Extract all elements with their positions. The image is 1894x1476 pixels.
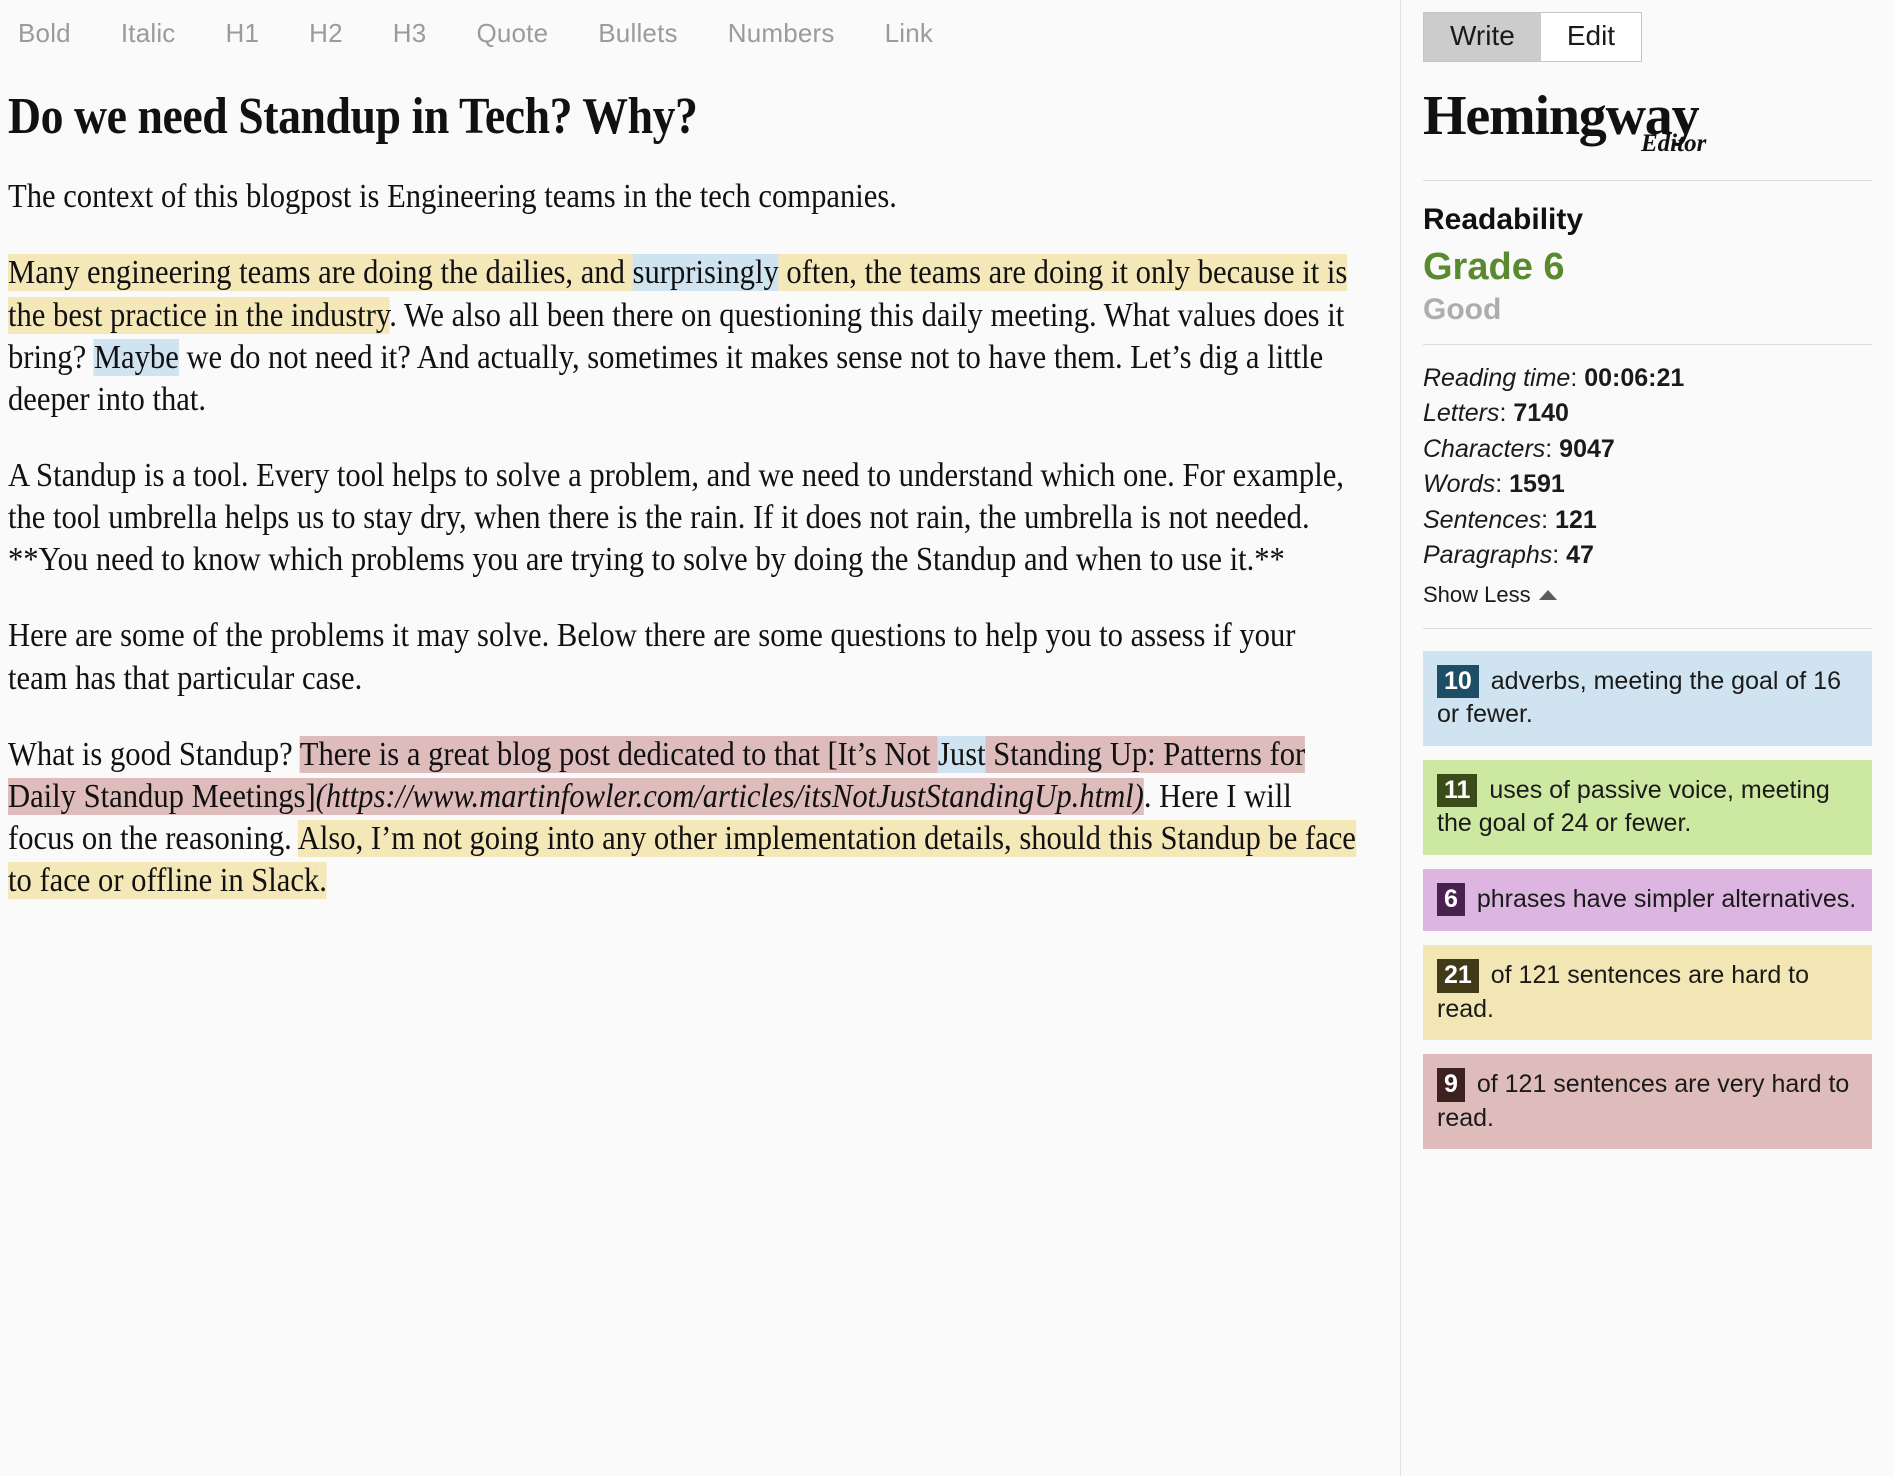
stat-characters-label: Characters xyxy=(1423,434,1546,463)
stat-paragraphs-separator: : xyxy=(1552,541,1567,570)
editor-pane: Bold Italic H1 H2 H3 Quote Bullets Numbers Link … xyxy=(0,0,1400,1476)
highlight-adverb-just: Just xyxy=(937,735,986,773)
paragraph-3-text: A Standup is a tool. Every tool helps to… xyxy=(8,457,1344,579)
mode-toggle: Write Edit xyxy=(1423,12,1643,62)
document-body[interactable]: Do we need Standup in Tech? Why? The con… xyxy=(0,88,1400,902)
toolbar-quote[interactable]: Quote xyxy=(476,18,548,49)
stat-sentences-separator: : xyxy=(1541,505,1556,534)
callout-list: 10 adverbs, meeting the goal of 16 or fe… xyxy=(1423,650,1872,1150)
paragraph-5-plain-a: What is good Standup? xyxy=(8,735,300,773)
document-title: Do we need Standup in Tech? Why? xyxy=(8,88,698,145)
stat-sentences: Sentences: 121 xyxy=(1423,503,1872,539)
callout-very-hard-to-read-count-badge: 9 xyxy=(1437,1068,1465,1102)
toolbar-numbers[interactable]: Numbers xyxy=(728,18,835,49)
callout-simpler-alternatives-count-badge: 6 xyxy=(1437,882,1465,917)
highlight-very-hard-sentence: There is a great blog post dedicated to … xyxy=(299,735,938,773)
paragraph-1: The context of this blogpost is Engineer… xyxy=(8,176,1359,218)
callout-very-hard-to-read[interactable]: 9 of 121 sentences are very hard to read… xyxy=(1423,1054,1872,1150)
stat-letters-separator: : xyxy=(1499,399,1514,428)
stat-reading-time-label: Reading time xyxy=(1423,363,1571,392)
stat-sentences-value: 121 xyxy=(1555,505,1597,534)
stat-words: Words: 1591 xyxy=(1423,467,1872,503)
stat-words-label: Words xyxy=(1423,470,1496,499)
show-less-toggle[interactable]: Show Less xyxy=(1423,582,1557,608)
callout-hard-to-read-text: of 121 sentences are hard to read. xyxy=(1437,961,1810,1023)
stat-characters-separator: : xyxy=(1545,434,1560,463)
document-link-url[interactable]: (https://www.martinfowler.com/articles/i… xyxy=(315,777,1144,815)
highlight-adverb-surprisingly: surprisingly xyxy=(632,254,779,292)
edit-mode-button[interactable]: Edit xyxy=(1540,13,1642,61)
callout-adverbs-text: adverbs, meeting the goal of 16 or fewer… xyxy=(1437,666,1841,729)
app-root: Bold Italic H1 H2 H3 Quote Bullets Numbers Link … xyxy=(0,0,1894,1476)
stat-letters-value: 7140 xyxy=(1513,399,1569,428)
callout-passive-voice[interactable]: 11 uses of passive voice, meeting the go… xyxy=(1423,759,1872,855)
toolbar-italic[interactable]: Italic xyxy=(121,18,176,49)
show-less-label: Show Less xyxy=(1423,581,1531,607)
stat-reading-time-separator: : xyxy=(1570,363,1585,392)
callout-simpler-alternatives-text: phrases have simpler alternatives. xyxy=(1469,884,1857,913)
stat-characters-value: 9047 xyxy=(1559,434,1615,463)
formatting-toolbar: Bold Italic H1 H2 H3 Quote Bullets Numbers Link xyxy=(0,0,1400,66)
write-mode-button[interactable]: Write xyxy=(1424,13,1541,61)
stat-reading-time: Reading time: 00:06:21 xyxy=(1423,361,1872,397)
paragraph-4: Here are some of the problems it may sol… xyxy=(8,615,1359,699)
divider-top xyxy=(1423,180,1872,181)
stat-paragraphs-label: Paragraphs xyxy=(1423,541,1553,570)
paragraph-5-period: . xyxy=(319,862,327,900)
paragraph-1-text: The context of this blogpost is Engineer… xyxy=(8,178,897,216)
toolbar-link[interactable]: Link xyxy=(885,18,934,49)
highlight-adverb-maybe: Maybe xyxy=(93,338,179,376)
paragraph-2-plain-b: we do not need it? And actually, sometim… xyxy=(8,338,1324,418)
toolbar-h1[interactable]: H1 xyxy=(226,18,260,49)
caret-up-icon xyxy=(1538,589,1557,600)
analysis-sidebar: Write Edit Hemingway Editor Readability … xyxy=(1400,0,1894,1476)
statistics-list: Reading time: 00:06:21 Letters: 7140 Chara… xyxy=(1423,361,1872,574)
stat-reading-time-value: 00:06:21 xyxy=(1584,363,1685,392)
callout-passive-voice-text: uses of passive voice, meeting the goal … xyxy=(1437,775,1830,838)
toolbar-bold[interactable]: Bold xyxy=(18,18,71,49)
stat-sentences-label: Sentences xyxy=(1423,505,1542,534)
highlight-hard-sentence: Many engineering teams are doing the dai… xyxy=(8,254,633,292)
readability-heading: Readability xyxy=(1423,203,1584,236)
divider-callouts xyxy=(1423,627,1872,629)
toolbar-h3[interactable]: H3 xyxy=(393,18,427,49)
readability-grade: Grade 6 xyxy=(1423,246,1565,288)
callout-adverbs[interactable]: 10 adverbs, meeting the goal of 16 or fe… xyxy=(1423,650,1872,746)
paragraph-3: A Standup is a tool. Every tool helps to… xyxy=(8,455,1359,581)
paragraph-2: Many engineering teams are doing the dai… xyxy=(8,252,1359,421)
stat-letters-label: Letters xyxy=(1423,399,1500,428)
paragraph-4-text: Here are some of the problems it may sol… xyxy=(8,617,1296,697)
callout-adverbs-count-badge: 10 xyxy=(1437,664,1479,699)
readability-description: Good xyxy=(1423,292,1502,326)
callout-hard-to-read[interactable]: 21 of 121 sentences are hard to read. xyxy=(1423,945,1872,1041)
paragraph-5: What is good Standup? There is a great b… xyxy=(8,734,1359,903)
stat-paragraphs-value: 47 xyxy=(1566,541,1594,570)
divider-stats xyxy=(1423,343,1872,345)
stat-letters: Letters: 7140 xyxy=(1423,396,1872,432)
callout-simpler-alternatives[interactable]: 6 phrases have simpler alternatives. xyxy=(1423,868,1872,932)
toolbar-bullets[interactable]: Bullets xyxy=(598,18,677,49)
stat-paragraphs: Paragraphs: 47 xyxy=(1423,538,1872,574)
stat-words-value: 1591 xyxy=(1509,470,1565,499)
stat-words-separator: : xyxy=(1495,470,1510,499)
hemingway-logo: Hemingway Editor xyxy=(1423,88,1872,172)
callout-passive-voice-count-badge: 11 xyxy=(1437,773,1478,808)
callout-very-hard-to-read-text: of 121 sentences are very hard to read. xyxy=(1437,1070,1850,1132)
callout-hard-to-read-count-badge: 21 xyxy=(1437,959,1479,993)
brand-subtitle: Editor xyxy=(1641,130,1707,157)
stat-characters: Characters: 9047 xyxy=(1423,432,1872,468)
toolbar-h2[interactable]: H2 xyxy=(309,18,343,49)
